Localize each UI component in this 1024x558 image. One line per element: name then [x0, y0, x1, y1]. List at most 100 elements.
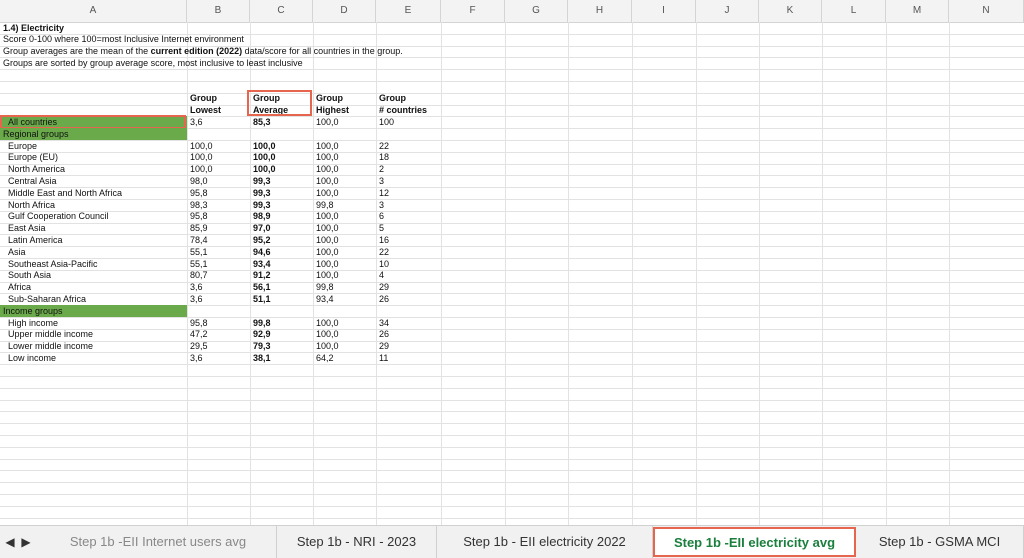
group-lowest: 55,1	[190, 258, 208, 269]
group-highest: 100,0	[316, 116, 339, 127]
grid-row-line	[0, 399, 1024, 401]
group-highest: 100,0	[316, 140, 339, 151]
group-average: 95,2	[253, 234, 271, 245]
prev-sheet-icon[interactable]: ◀	[4, 535, 16, 549]
group-average: 100,0	[253, 164, 276, 175]
grid-column-line	[568, 22, 569, 525]
group-lowest: 98,3	[190, 199, 208, 210]
grid-row-line	[0, 517, 1024, 519]
column-header-b[interactable]: B	[187, 0, 250, 22]
group-highest: 100,0	[316, 211, 339, 222]
group-lowest: 55,1	[190, 246, 208, 257]
header-highest-line2: Highest	[316, 105, 350, 116]
group-lowest: 29,5	[190, 341, 208, 352]
column-header-j[interactable]: J	[696, 0, 759, 22]
grid-row-line	[0, 446, 1024, 448]
group-count: 16	[379, 234, 390, 245]
column-header-a[interactable]: A	[0, 0, 187, 22]
group-count: 2	[379, 164, 385, 175]
grid-row-line	[0, 494, 1024, 495]
group-highest: 93,4	[316, 293, 334, 304]
grid-column-line	[441, 22, 442, 525]
column-header-i[interactable]: I	[632, 0, 696, 22]
group-count: 10	[379, 258, 390, 269]
grid-row-line	[0, 387, 1024, 389]
grid-row-line	[0, 81, 1024, 82]
sheet-tab-5[interactable]: Step 1b - GSMA MCI	[856, 526, 1024, 558]
group-label: Low income	[8, 352, 57, 363]
group-lowest: 47,2	[190, 329, 208, 340]
group-lowest: 3,6	[190, 282, 203, 293]
grid-row-line	[0, 352, 1024, 354]
grid-row-line	[0, 140, 1024, 141]
column-header-n[interactable]: N	[949, 0, 1024, 22]
group-average: 38,1	[253, 352, 271, 363]
grid-row-line	[0, 470, 1024, 472]
grid-column-line	[822, 22, 823, 525]
grid-column-line	[313, 22, 314, 525]
column-header-e[interactable]: E	[376, 0, 441, 22]
cell-grid[interactable]: 1.4) Electricity Score 0-100 where 100=mo…	[0, 22, 1024, 525]
note-text: Score 0-100 where 100=most Inclusive Int…	[3, 34, 244, 46]
column-header-m[interactable]: M	[886, 0, 949, 22]
spreadsheet[interactable]: ABCDEFGHIJKLMN 1.4) Electricity Score 0-1…	[0, 0, 1024, 525]
column-header-bar: ABCDEFGHIJKLMN	[0, 0, 1024, 23]
group-label: Upper middle income	[8, 329, 94, 340]
grid-row-line	[0, 281, 1024, 283]
group-count: 11	[379, 352, 389, 363]
grid-column-line	[759, 22, 760, 525]
group-lowest: 100,0	[190, 164, 213, 175]
group-highest: 100,0	[316, 317, 339, 328]
group-average: 99,3	[253, 199, 271, 210]
column-header-d[interactable]: D	[313, 0, 376, 22]
sheet-tab-1[interactable]: Step 1b -EII Internet users avg	[40, 526, 277, 558]
grid-column-line	[886, 22, 887, 525]
highlight-box	[247, 89, 312, 117]
group-lowest: 78,4	[190, 234, 208, 245]
grid-row-line	[0, 458, 1024, 460]
column-header-f[interactable]: F	[441, 0, 505, 22]
group-count: 22	[379, 140, 390, 151]
grid-row-line	[0, 234, 1024, 236]
group-label: Asia	[8, 246, 26, 257]
grid-row-line	[0, 258, 1024, 259]
group-lowest: 95,8	[190, 211, 208, 222]
column-header-k[interactable]: K	[759, 0, 822, 22]
grid-row-line	[0, 435, 1024, 436]
column-header-c[interactable]: C	[250, 0, 313, 22]
group-count: 3	[379, 175, 385, 186]
group-average: 99,3	[253, 175, 271, 186]
group-label: Lower middle income	[8, 341, 94, 352]
group-highest: 100,0	[316, 270, 339, 281]
group-lowest: 95,8	[190, 317, 208, 328]
group-count: 18	[379, 152, 390, 163]
group-label: Sub-Saharan Africa	[8, 293, 87, 304]
group-count: 22	[379, 246, 390, 257]
group-label: Gulf Cooperation Council	[8, 211, 109, 222]
column-header-h[interactable]: H	[568, 0, 632, 22]
header-count-line2: # countries	[379, 105, 428, 116]
column-header-g[interactable]: G	[505, 0, 568, 22]
grid-row-line	[0, 104, 1024, 106]
sheet-tab-3[interactable]: Step 1b - EII electricity 2022	[437, 526, 653, 558]
group-average: 51,1	[253, 293, 271, 304]
group-label: Africa	[8, 282, 32, 293]
note-bold-part: current edition (2022)	[150, 46, 243, 57]
group-average: 93,4	[253, 258, 271, 269]
group-average: 98,9	[253, 211, 271, 222]
grid-column-line	[949, 22, 950, 525]
group-count: 34	[379, 317, 390, 328]
column-header-l[interactable]: L	[822, 0, 886, 22]
group-lowest: 100,0	[190, 140, 213, 151]
regional-groups-label: Regional groups	[3, 128, 69, 139]
grid-column-line	[187, 22, 188, 525]
group-label: Central Asia	[8, 175, 57, 186]
sheet-tab-2[interactable]: Step 1b - NRI - 2023	[277, 526, 437, 558]
next-sheet-icon[interactable]: ▶	[20, 535, 32, 549]
sheet-tab-4[interactable]: Step 1b -EII electricity avg	[653, 527, 856, 557]
group-count: 3	[379, 199, 385, 210]
grid-row-line	[0, 246, 1024, 248]
grid-row-line	[0, 317, 1024, 318]
group-label: Europe	[8, 140, 38, 151]
note-text-part: data/score for all countries in the grou…	[242, 46, 403, 57]
